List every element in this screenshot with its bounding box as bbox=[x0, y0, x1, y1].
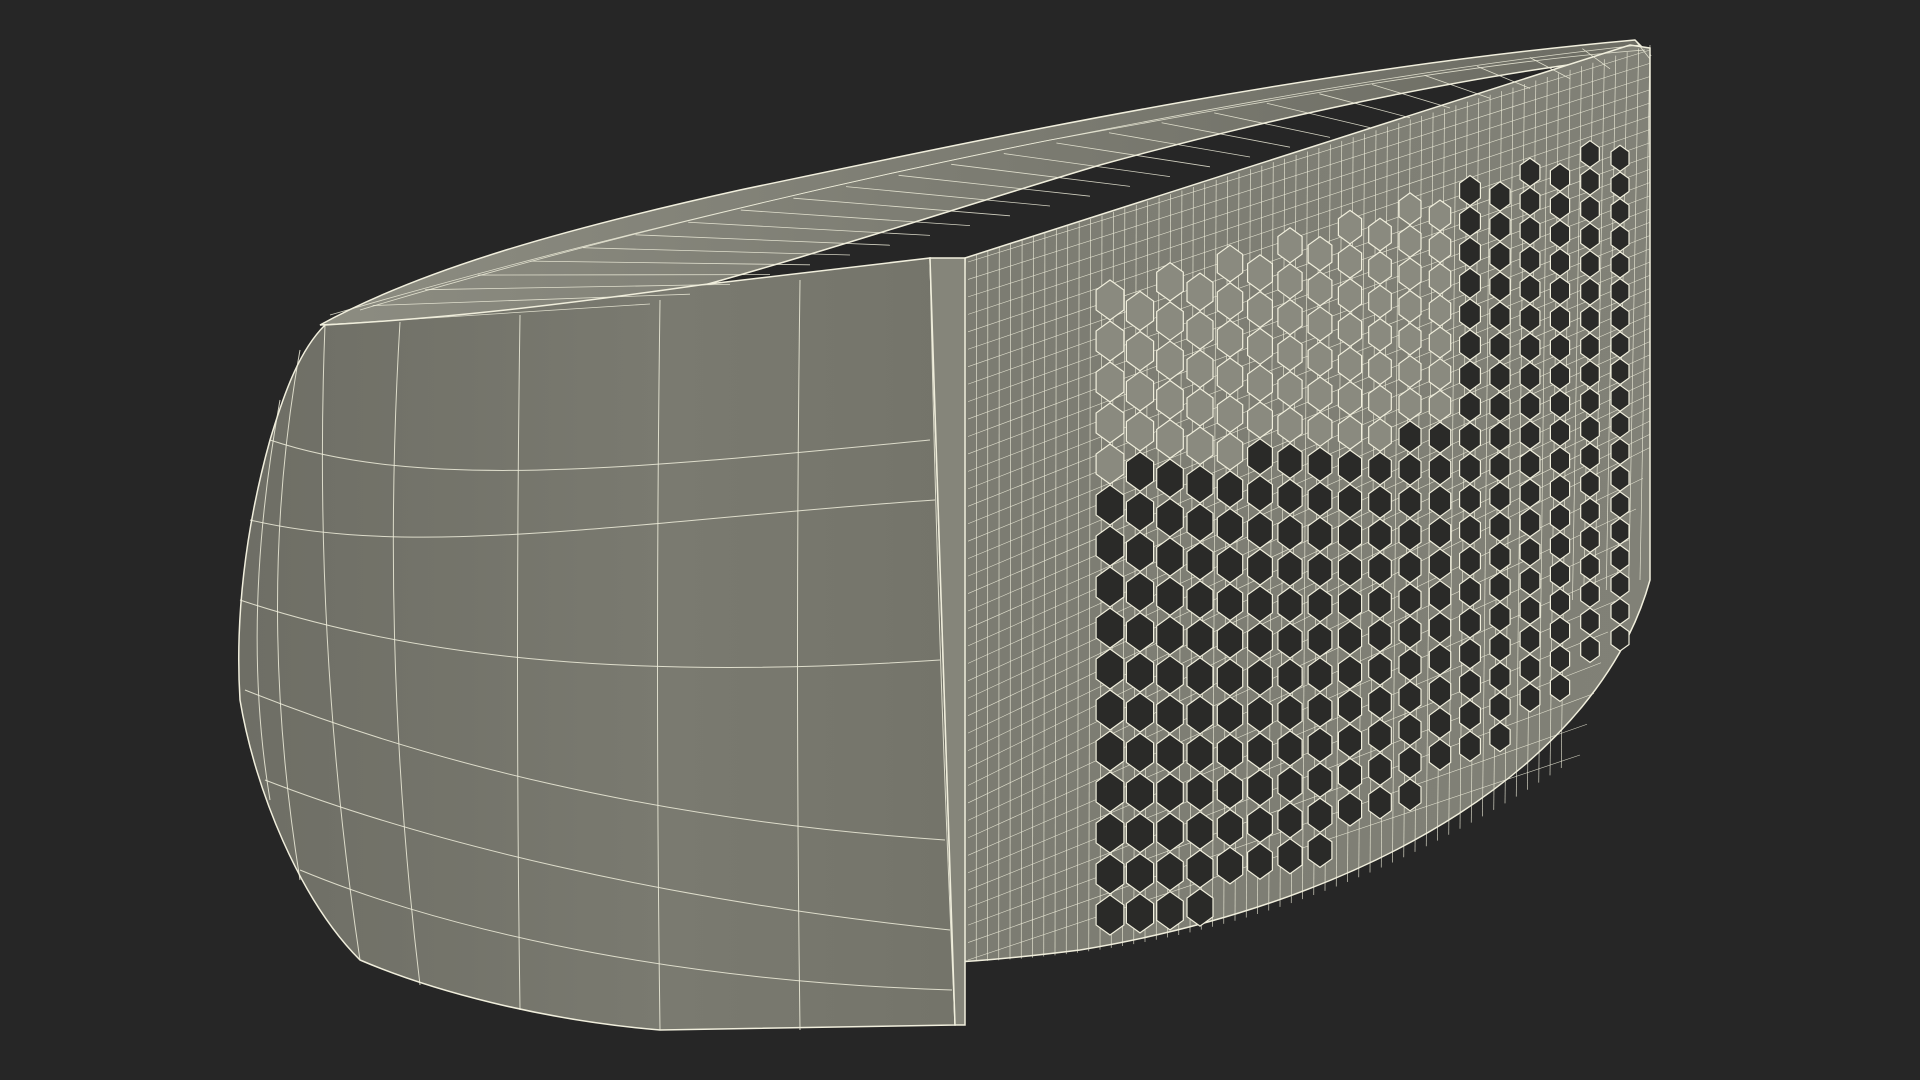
hex-hole bbox=[1549, 219, 1571, 249]
hex-hole bbox=[1549, 162, 1571, 192]
hex-hole bbox=[1610, 224, 1630, 253]
wireframe-model bbox=[238, 39, 1652, 1031]
hex-hole bbox=[1549, 644, 1571, 674]
hex-hole bbox=[1519, 332, 1541, 363]
hex-hole bbox=[1489, 541, 1511, 573]
hex-hole bbox=[1549, 276, 1571, 306]
hex-hole bbox=[1549, 247, 1571, 277]
hex-hole bbox=[1489, 391, 1511, 423]
hex-hole bbox=[1580, 304, 1600, 334]
hex-hole bbox=[1610, 517, 1630, 546]
end-cap-surface bbox=[238, 257, 956, 1031]
hex-hole bbox=[1580, 194, 1600, 224]
hex-hole bbox=[1580, 414, 1600, 444]
hex-hole bbox=[1610, 464, 1630, 492]
hex-hole bbox=[1519, 390, 1541, 421]
hex-hole bbox=[1610, 597, 1630, 626]
hex-hole bbox=[1580, 552, 1600, 581]
hex-hole bbox=[1549, 446, 1571, 476]
hex-hole bbox=[1458, 514, 1482, 546]
hex-hole bbox=[1580, 139, 1600, 169]
hex-hole bbox=[1519, 186, 1541, 217]
hex-hole bbox=[1549, 616, 1571, 646]
hex-hole bbox=[1580, 222, 1600, 251]
hex-hole bbox=[1489, 241, 1511, 272]
hex-hole bbox=[1549, 474, 1571, 504]
hex-hole bbox=[1458, 452, 1482, 485]
hex-hole bbox=[1610, 491, 1630, 519]
hex-hole bbox=[1610, 624, 1630, 652]
hex-hole bbox=[1489, 691, 1511, 723]
hex-hole bbox=[1519, 303, 1541, 334]
hex-hole bbox=[1610, 570, 1630, 599]
hex-hole bbox=[1580, 359, 1600, 389]
hex-hole bbox=[1458, 421, 1482, 454]
hex-hole bbox=[1580, 387, 1600, 416]
hex-hole bbox=[1580, 634, 1600, 664]
hex-hole bbox=[1580, 579, 1600, 609]
hex-hole bbox=[1610, 171, 1630, 199]
hex-hole bbox=[1458, 545, 1482, 577]
hex-hole bbox=[1489, 361, 1511, 393]
hex-hole bbox=[1580, 497, 1600, 526]
hex-hole bbox=[1610, 357, 1630, 386]
hex-hole bbox=[1549, 587, 1571, 618]
hex-hole bbox=[1549, 531, 1571, 561]
hex-hole bbox=[1610, 411, 1630, 439]
hex-hole bbox=[1549, 417, 1571, 448]
hex-hole bbox=[1610, 144, 1630, 173]
hex-hole bbox=[1549, 304, 1571, 334]
hex-hole bbox=[1489, 571, 1511, 603]
hex-hole bbox=[1610, 331, 1630, 359]
render-viewport bbox=[0, 0, 1920, 1080]
hex-hole bbox=[1549, 191, 1571, 221]
hex-hole bbox=[1458, 329, 1482, 361]
hex-hole bbox=[1610, 197, 1630, 226]
hex-hole bbox=[1519, 157, 1541, 188]
hex-hole bbox=[1580, 524, 1600, 554]
hex-hole bbox=[1519, 595, 1541, 626]
hex-hole bbox=[1489, 271, 1511, 302]
hex-hole bbox=[1489, 721, 1511, 753]
hex-hole bbox=[1458, 637, 1482, 670]
hex-hole bbox=[1519, 507, 1541, 538]
hex-hole bbox=[1580, 469, 1600, 499]
hex-hole bbox=[1458, 205, 1482, 238]
hex-hole bbox=[1489, 481, 1511, 513]
hex-hole bbox=[1519, 565, 1541, 596]
hex-hole bbox=[1458, 606, 1482, 639]
hex-hole bbox=[1519, 653, 1541, 684]
hex-hole bbox=[1519, 682, 1541, 713]
hex-hole bbox=[1580, 607, 1600, 636]
hex-hole bbox=[1458, 298, 1482, 330]
hex-hole bbox=[1580, 167, 1600, 196]
hex-hole bbox=[1580, 277, 1600, 306]
hex-hole bbox=[1610, 544, 1630, 572]
hex-hole bbox=[1610, 437, 1630, 466]
hex-hole bbox=[1549, 389, 1571, 419]
hex-hole bbox=[1549, 672, 1571, 703]
hex-hole bbox=[1489, 601, 1511, 633]
hex-hole bbox=[1580, 249, 1600, 279]
hex-hole bbox=[1458, 730, 1482, 763]
hex-hole bbox=[1610, 277, 1630, 306]
hex-hole bbox=[1519, 478, 1541, 509]
hex-hole bbox=[1519, 244, 1541, 275]
hex-hole bbox=[1580, 332, 1600, 361]
hex-hole bbox=[1610, 251, 1630, 279]
hex-hole bbox=[1610, 384, 1630, 412]
hex-hole bbox=[1519, 420, 1541, 450]
hex-hole bbox=[1458, 236, 1482, 269]
hex-hole bbox=[1549, 559, 1571, 589]
hex-hole bbox=[1610, 304, 1630, 332]
hex-hole bbox=[1580, 442, 1600, 471]
